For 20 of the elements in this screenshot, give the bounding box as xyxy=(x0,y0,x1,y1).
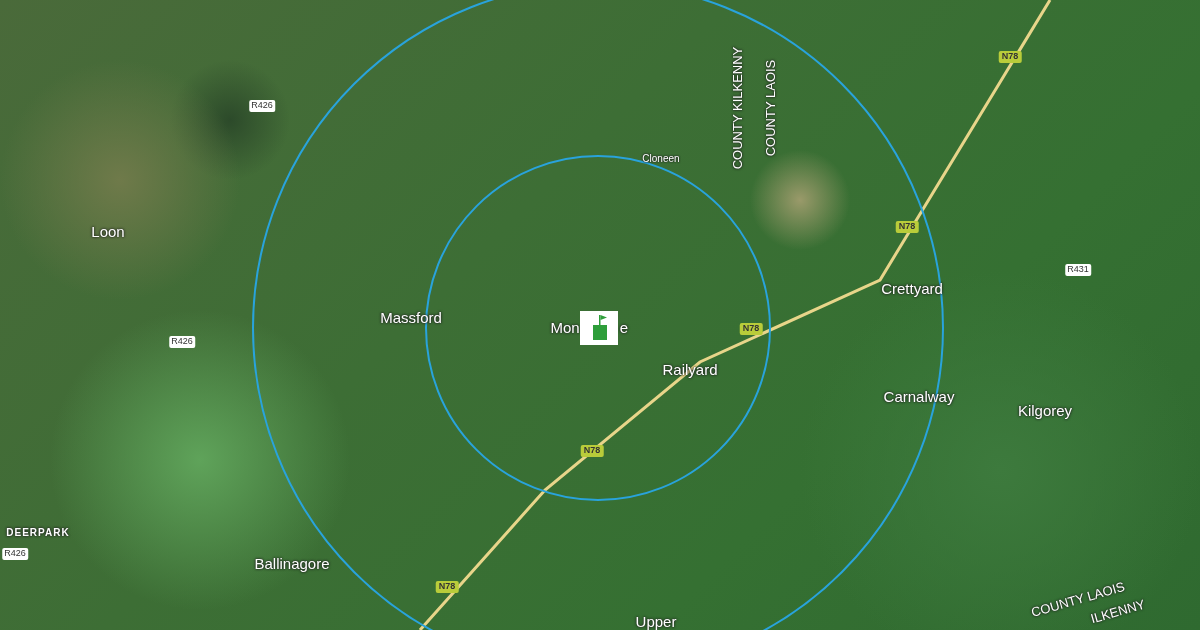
county-label: COUNTY LAOIS xyxy=(763,59,779,157)
place-label: Kilgorey xyxy=(1017,402,1073,420)
road-number: N78 xyxy=(895,221,919,233)
place-label: DEERPARK xyxy=(6,526,70,538)
flag-marker-icon[interactable] xyxy=(580,311,618,345)
road-number: R426 xyxy=(249,100,275,112)
road-number: N78 xyxy=(580,445,604,457)
place-label: Cloneen xyxy=(642,152,680,164)
road-number: R431 xyxy=(1065,264,1091,276)
road-number: N78 xyxy=(998,51,1022,63)
place-label: Upper xyxy=(635,613,677,630)
place-label: Ballinagore xyxy=(254,555,330,573)
road-number: N78 xyxy=(435,581,459,593)
place-label: Loon xyxy=(91,223,125,241)
road-number: R426 xyxy=(169,336,195,348)
place-label: e xyxy=(619,319,629,337)
road-number: R426 xyxy=(2,548,28,560)
county-label: COUNTY KILKENNY xyxy=(730,46,746,170)
road-number: N78 xyxy=(739,323,763,335)
place-label: Mon xyxy=(550,319,580,337)
